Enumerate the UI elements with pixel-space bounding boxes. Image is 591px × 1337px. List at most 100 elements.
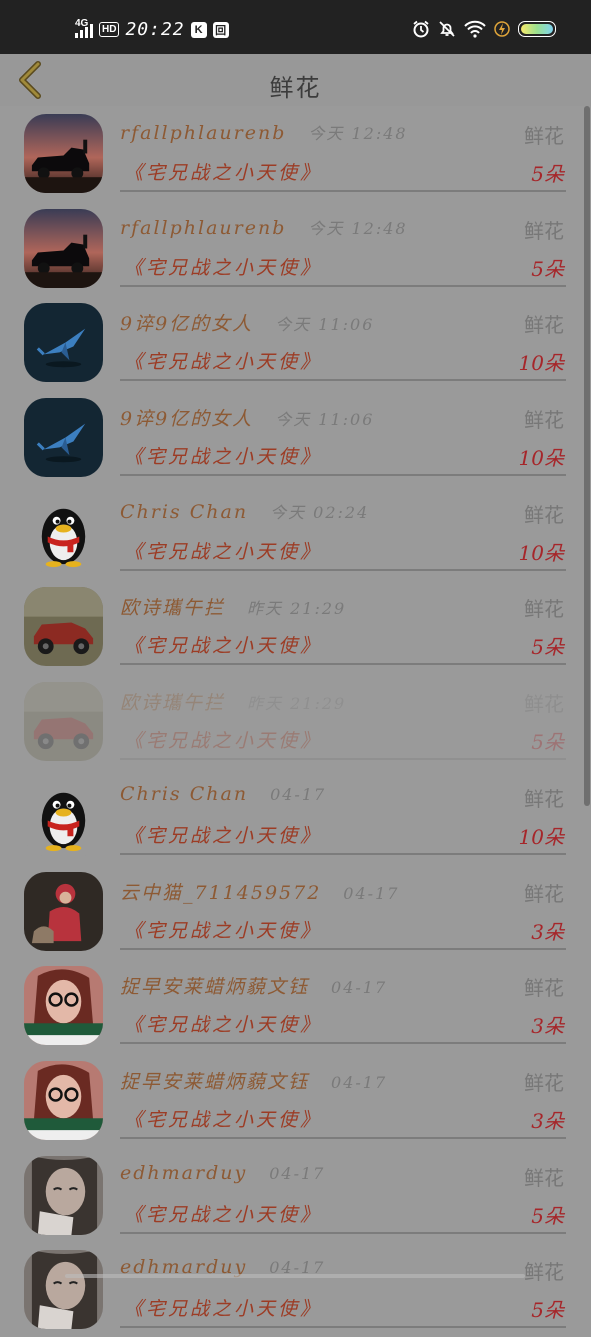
row-divider [120, 1042, 566, 1045]
avatar[interactable] [24, 303, 103, 383]
list-item[interactable]: 9谇9亿的女人 今天 11:06 鲜花 《宅兄战之小天使》 10朵 [0, 390, 582, 485]
book-title[interactable]: 《宅兄战之小天使》 [124, 1200, 322, 1227]
gift-record-list[interactable]: rfallphlaurenb 今天 12:48 鲜花 《宅兄战之小天使》 5朵 rfall… [0, 106, 582, 1337]
list-item[interactable]: 9谇9亿的女人 今天 11:06 鲜花 《宅兄战之小天使》 10朵 [0, 295, 582, 390]
list-item[interactable]: 欧诗瓗午拦 昨天 21:29 鲜花 《宅兄战之小天使》 5朵 [0, 579, 582, 674]
list-item[interactable]: rfallphlaurenb 今天 12:48 鲜花 《宅兄战之小天使》 5朵 [0, 106, 582, 201]
gift-count: 5朵 [531, 730, 564, 755]
book-title[interactable]: 《宅兄战之小天使》 [124, 158, 322, 185]
book-title[interactable]: 《宅兄战之小天使》 [124, 916, 322, 943]
sender-name: 9谇9亿的女人 今天 11:06 [120, 404, 374, 431]
row-divider [120, 1231, 566, 1234]
book-title[interactable]: 《宅兄战之小天使》 [124, 253, 322, 280]
sender-name: 捉早安莱蜡炳藐文钰 04-17 [120, 1067, 387, 1094]
sender-name-text: rfallphlaurenb [120, 122, 287, 144]
sender-name-text: rfallphlaurenb [120, 216, 287, 239]
sender-name: Chris Chan 今天 02:24 [120, 499, 369, 523]
sender-name: Chris Chan 04-17 [120, 783, 326, 805]
gift-count: 5朵 [531, 256, 564, 281]
gift-type-label: 鲜花 [524, 1070, 564, 1095]
book-title[interactable]: 《宅兄战之小天使》 [124, 442, 322, 469]
list-item[interactable]: edhmarduy 04-17 鲜花 《宅兄战之小天使》 5朵 [0, 1242, 582, 1337]
list-item[interactable]: 捉早安莱蜡炳藐文钰 04-17 鲜花《宅兄战之小天使》 3朵 [0, 1053, 582, 1148]
sender-name-text: 9谇9亿的女人 [120, 313, 254, 336]
book-title[interactable]: 《宅兄战之小天使》 [124, 1294, 322, 1321]
status-right [412, 20, 556, 38]
timestamp: 今天 11:06 [275, 315, 375, 335]
sender-name-text: 欧诗瓗午拦 [120, 597, 226, 620]
hd-badge: HD [99, 22, 120, 37]
list-item[interactable]: Chris Chan 04-17 鲜花 《宅兄战之小天使》 10朵 [0, 769, 582, 864]
avatar[interactable] [24, 1250, 103, 1330]
avatar[interactable] [24, 398, 103, 478]
gift-type-label: 鲜花 [524, 881, 564, 906]
row-divider [120, 1136, 566, 1139]
timestamp: 04-17 [269, 1163, 326, 1183]
book-title[interactable]: 《宅兄战之小天使》 [124, 821, 322, 848]
gift-count: 5朵 [531, 1203, 564, 1228]
timestamp: 04-17 [343, 883, 400, 903]
page-header: 鲜花 [0, 54, 591, 106]
sender-name-text: 云中猫_711459572 [120, 881, 322, 904]
row-divider [120, 284, 566, 287]
row-divider [120, 947, 566, 950]
sender-name-text: Chris Chan [120, 500, 249, 523]
gift-type-label: 鲜花 [524, 218, 564, 243]
sender-name-text: 捉早安莱蜡炳藐文钰 [120, 1070, 310, 1093]
status-bar: 4G HD 20:22 K 回 [0, 0, 591, 54]
avatar[interactable] [24, 492, 103, 572]
gift-type-label: 鲜花 [524, 692, 564, 717]
signal-icon: 4G [75, 18, 93, 38]
gift-type-label: 鲜花 [524, 1165, 564, 1190]
avatar[interactable] [24, 114, 103, 193]
gift-type-label: 鲜花 [524, 502, 564, 527]
timestamp: 04-17 [270, 784, 327, 804]
gift-type-label: 鲜花 [524, 976, 564, 1001]
row-divider [120, 852, 566, 855]
avatar[interactable] [24, 966, 103, 1046]
sender-name: 9谇9亿的女人 今天 11:06 [120, 309, 374, 336]
row-divider [120, 568, 566, 571]
row-divider [120, 474, 566, 477]
book-title[interactable]: 《宅兄战之小天使》 [124, 347, 322, 374]
book-title[interactable]: 《宅兄战之小天使》 [124, 537, 322, 564]
app-notification-icon: K [190, 21, 207, 38]
book-title[interactable]: 《宅兄战之小天使》 [124, 1105, 322, 1132]
gift-count: 3朵 [531, 919, 564, 944]
book-title[interactable]: 《宅兄战之小天使》 [124, 631, 322, 658]
avatar[interactable] [24, 776, 103, 856]
timestamp: 04-17 [331, 1072, 388, 1092]
book-title[interactable]: 《宅兄战之小天使》 [124, 726, 322, 753]
list-item[interactable]: rfallphlaurenb 今天 12:48 鲜花《宅兄战之小天使》 5朵 [0, 201, 582, 296]
timestamp: 今天 12:48 [308, 124, 408, 143]
sender-name: 欧诗瓗午拦 昨天 21:29 [120, 593, 346, 620]
gift-type-label: 鲜花 [524, 408, 564, 433]
clock-time: 20:22 [125, 19, 185, 40]
sender-name-text: 欧诗瓗午拦 [120, 692, 226, 715]
sender-name-text: Chris Chan [120, 782, 249, 805]
wifi-icon [464, 20, 486, 38]
avatar[interactable] [24, 1060, 103, 1140]
avatar[interactable] [24, 682, 103, 762]
app-notification-icon-2: 回 [212, 21, 229, 38]
timestamp: 昨天 21:29 [247, 694, 347, 714]
gift-count: 3朵 [531, 1108, 564, 1133]
avatar[interactable] [24, 208, 103, 288]
sender-name: rfallphlaurenb 今天 12:48 [120, 215, 408, 239]
avatar[interactable] [24, 1155, 103, 1235]
scrollbar[interactable] [584, 106, 590, 806]
timestamp: 今天 12:48 [308, 218, 408, 238]
sender-name-text: 捉早安莱蜡炳藐文钰 [120, 976, 310, 999]
avatar[interactable] [24, 587, 103, 667]
gift-count: 5朵 [531, 1298, 564, 1323]
list-item[interactable]: 捉早安莱蜡炳藐文钰 04-17 鲜花 《宅兄战之小天使》 3朵 [0, 958, 582, 1053]
book-title[interactable]: 《宅兄战之小天使》 [124, 1010, 322, 1037]
list-item[interactable]: edhmarduy 04-17 鲜花 《宅兄战之小天使》 5朵 [0, 1148, 582, 1243]
gift-type-label: 鲜花 [524, 313, 564, 338]
timestamp: 今天 02:24 [270, 502, 370, 522]
list-item[interactable]: 云中猫_711459572 04-17 鲜花《宅兄战之小天使》 3朵 [0, 864, 582, 959]
row-divider [120, 379, 566, 382]
list-item[interactable]: Chris Chan 今天 02:24 鲜花 《宅兄战之小天使》 10朵 [0, 485, 582, 580]
avatar[interactable] [24, 871, 103, 951]
list-item[interactable]: 欧诗瓗午拦 昨天 21:29 鲜花《宅兄战之小天使》 5朵 [0, 674, 582, 769]
